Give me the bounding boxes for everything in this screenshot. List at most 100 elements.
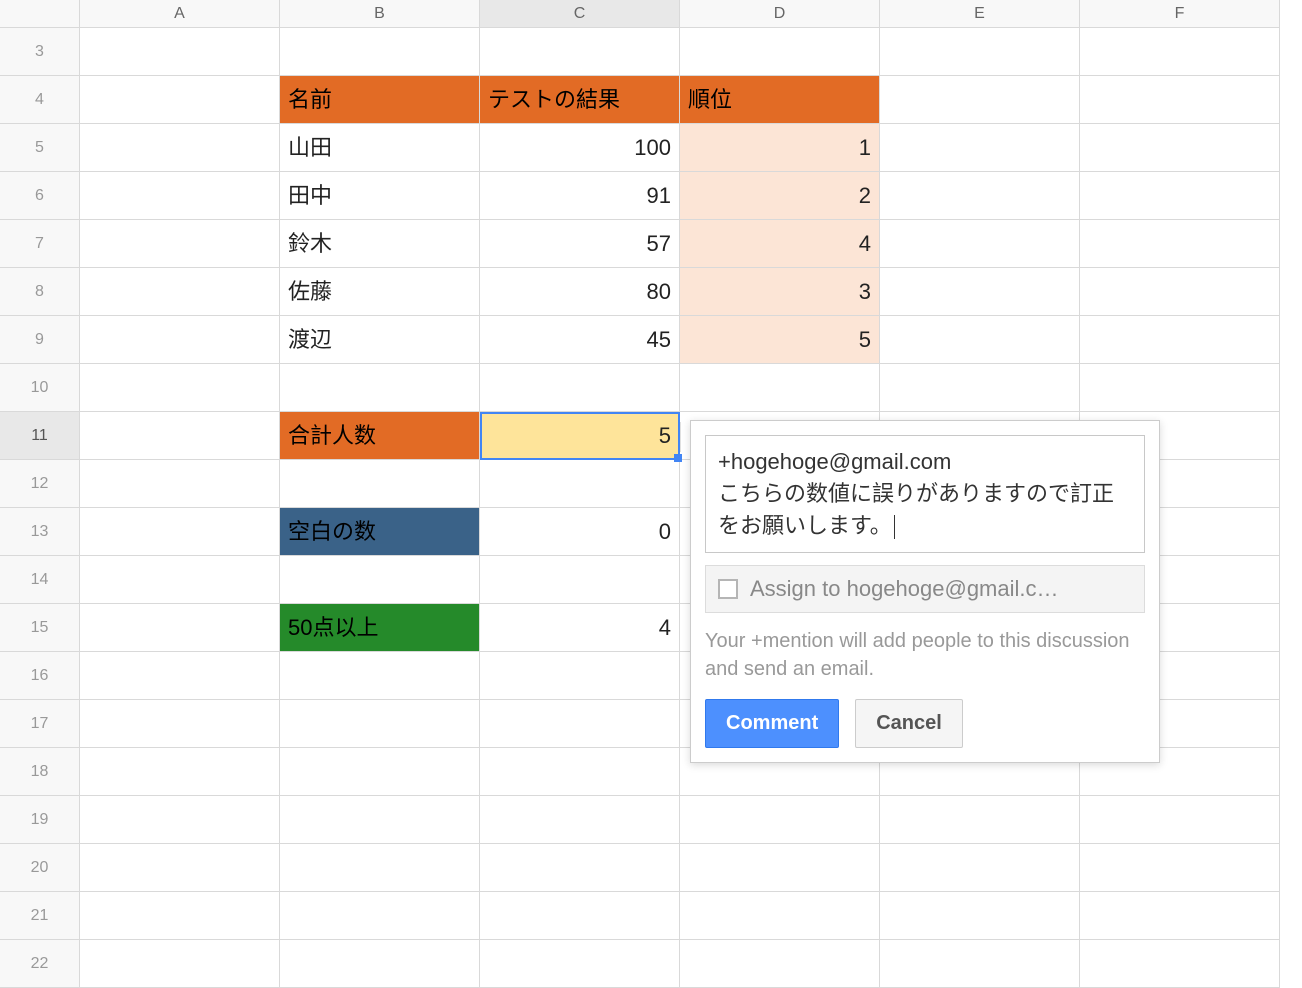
row-header[interactable]: 5 <box>0 124 80 172</box>
data-name-cell[interactable]: 山田 <box>280 124 480 172</box>
summary-over50-value[interactable]: 4 <box>480 604 680 652</box>
col-header-f[interactable]: F <box>1080 0 1280 28</box>
row-header[interactable]: 3 <box>0 28 80 76</box>
col-header-c[interactable]: C <box>480 0 680 28</box>
cell[interactable] <box>80 412 280 460</box>
cell[interactable] <box>880 220 1080 268</box>
data-name-cell[interactable]: 佐藤 <box>280 268 480 316</box>
cell[interactable] <box>480 844 680 892</box>
row-header[interactable]: 18 <box>0 748 80 796</box>
cell[interactable] <box>280 364 480 412</box>
cell[interactable] <box>80 844 280 892</box>
data-rank-cell[interactable]: 5 <box>680 316 880 364</box>
cell[interactable] <box>80 220 280 268</box>
cell[interactable] <box>80 124 280 172</box>
cell[interactable] <box>1080 76 1280 124</box>
cell[interactable] <box>880 316 1080 364</box>
cell[interactable] <box>480 364 680 412</box>
cell[interactable] <box>480 700 680 748</box>
cell[interactable] <box>680 364 880 412</box>
row-header[interactable]: 10 <box>0 364 80 412</box>
cancel-button[interactable]: Cancel <box>855 699 963 748</box>
cell[interactable] <box>480 652 680 700</box>
cell[interactable] <box>480 940 680 988</box>
header-test-cell[interactable]: テストの結果 <box>480 76 680 124</box>
cell[interactable] <box>480 28 680 76</box>
cell[interactable] <box>1080 28 1280 76</box>
cell[interactable] <box>880 124 1080 172</box>
cell[interactable] <box>880 844 1080 892</box>
data-score-cell[interactable]: 57 <box>480 220 680 268</box>
cell[interactable] <box>1080 364 1280 412</box>
row-header[interactable]: 20 <box>0 844 80 892</box>
assign-row[interactable]: Assign to hogehoge@gmail.c… <box>705 565 1145 613</box>
cell[interactable] <box>80 28 280 76</box>
col-header-e[interactable]: E <box>880 0 1080 28</box>
summary-blank-label[interactable]: 空白の数 <box>280 508 480 556</box>
cell[interactable] <box>1080 172 1280 220</box>
cell[interactable] <box>1080 316 1280 364</box>
row-header[interactable]: 6 <box>0 172 80 220</box>
row-header[interactable]: 11 <box>0 412 80 460</box>
header-rank-cell[interactable]: 順位 <box>680 76 880 124</box>
col-header-b[interactable]: B <box>280 0 480 28</box>
row-header[interactable]: 4 <box>0 76 80 124</box>
cell[interactable] <box>880 172 1080 220</box>
cell[interactable] <box>480 556 680 604</box>
row-header[interactable]: 14 <box>0 556 80 604</box>
data-name-cell[interactable]: 渡辺 <box>280 316 480 364</box>
data-name-cell[interactable]: 田中 <box>280 172 480 220</box>
cell[interactable] <box>80 556 280 604</box>
cell[interactable] <box>480 892 680 940</box>
cell[interactable] <box>680 28 880 76</box>
cell[interactable] <box>1080 844 1280 892</box>
col-header-d[interactable]: D <box>680 0 880 28</box>
data-rank-cell[interactable]: 3 <box>680 268 880 316</box>
cell[interactable] <box>680 940 880 988</box>
data-rank-cell[interactable]: 4 <box>680 220 880 268</box>
cell[interactable] <box>80 748 280 796</box>
assign-checkbox[interactable] <box>718 579 738 599</box>
cell[interactable] <box>280 940 480 988</box>
row-header[interactable]: 12 <box>0 460 80 508</box>
cell[interactable] <box>1080 124 1280 172</box>
col-header-a[interactable]: A <box>80 0 280 28</box>
data-score-cell[interactable]: 100 <box>480 124 680 172</box>
cell[interactable] <box>880 892 1080 940</box>
cell[interactable] <box>680 892 880 940</box>
row-header[interactable]: 7 <box>0 220 80 268</box>
cell[interactable] <box>480 796 680 844</box>
cell[interactable] <box>80 268 280 316</box>
cell[interactable] <box>80 508 280 556</box>
cell[interactable] <box>880 940 1080 988</box>
row-header[interactable]: 9 <box>0 316 80 364</box>
cell[interactable] <box>80 940 280 988</box>
cell[interactable] <box>280 844 480 892</box>
cell[interactable] <box>880 268 1080 316</box>
data-rank-cell[interactable]: 1 <box>680 124 880 172</box>
comment-textarea[interactable]: +hogehoge@gmail.com こちらの数値に誤りがありますので訂正をお… <box>705 435 1145 553</box>
cell[interactable] <box>680 844 880 892</box>
corner-select-all[interactable] <box>0 0 80 28</box>
summary-over50-label[interactable]: 50点以上 <box>280 604 480 652</box>
cell[interactable] <box>1080 220 1280 268</box>
cell[interactable] <box>80 652 280 700</box>
cell[interactable] <box>1080 940 1280 988</box>
cell[interactable] <box>280 28 480 76</box>
cell[interactable] <box>480 748 680 796</box>
data-score-cell[interactable]: 80 <box>480 268 680 316</box>
row-header[interactable]: 15 <box>0 604 80 652</box>
cell[interactable] <box>80 796 280 844</box>
cell[interactable] <box>480 460 680 508</box>
cell[interactable] <box>280 556 480 604</box>
comment-button[interactable]: Comment <box>705 699 839 748</box>
summary-count-label[interactable]: 合計人数 <box>280 412 480 460</box>
cell[interactable] <box>80 460 280 508</box>
row-header[interactable]: 17 <box>0 700 80 748</box>
cell[interactable] <box>280 460 480 508</box>
cell[interactable] <box>80 604 280 652</box>
summary-count-value[interactable]: 5 <box>480 412 680 460</box>
data-name-cell[interactable]: 鈴木 <box>280 220 480 268</box>
cell[interactable] <box>880 28 1080 76</box>
cell[interactable] <box>280 892 480 940</box>
